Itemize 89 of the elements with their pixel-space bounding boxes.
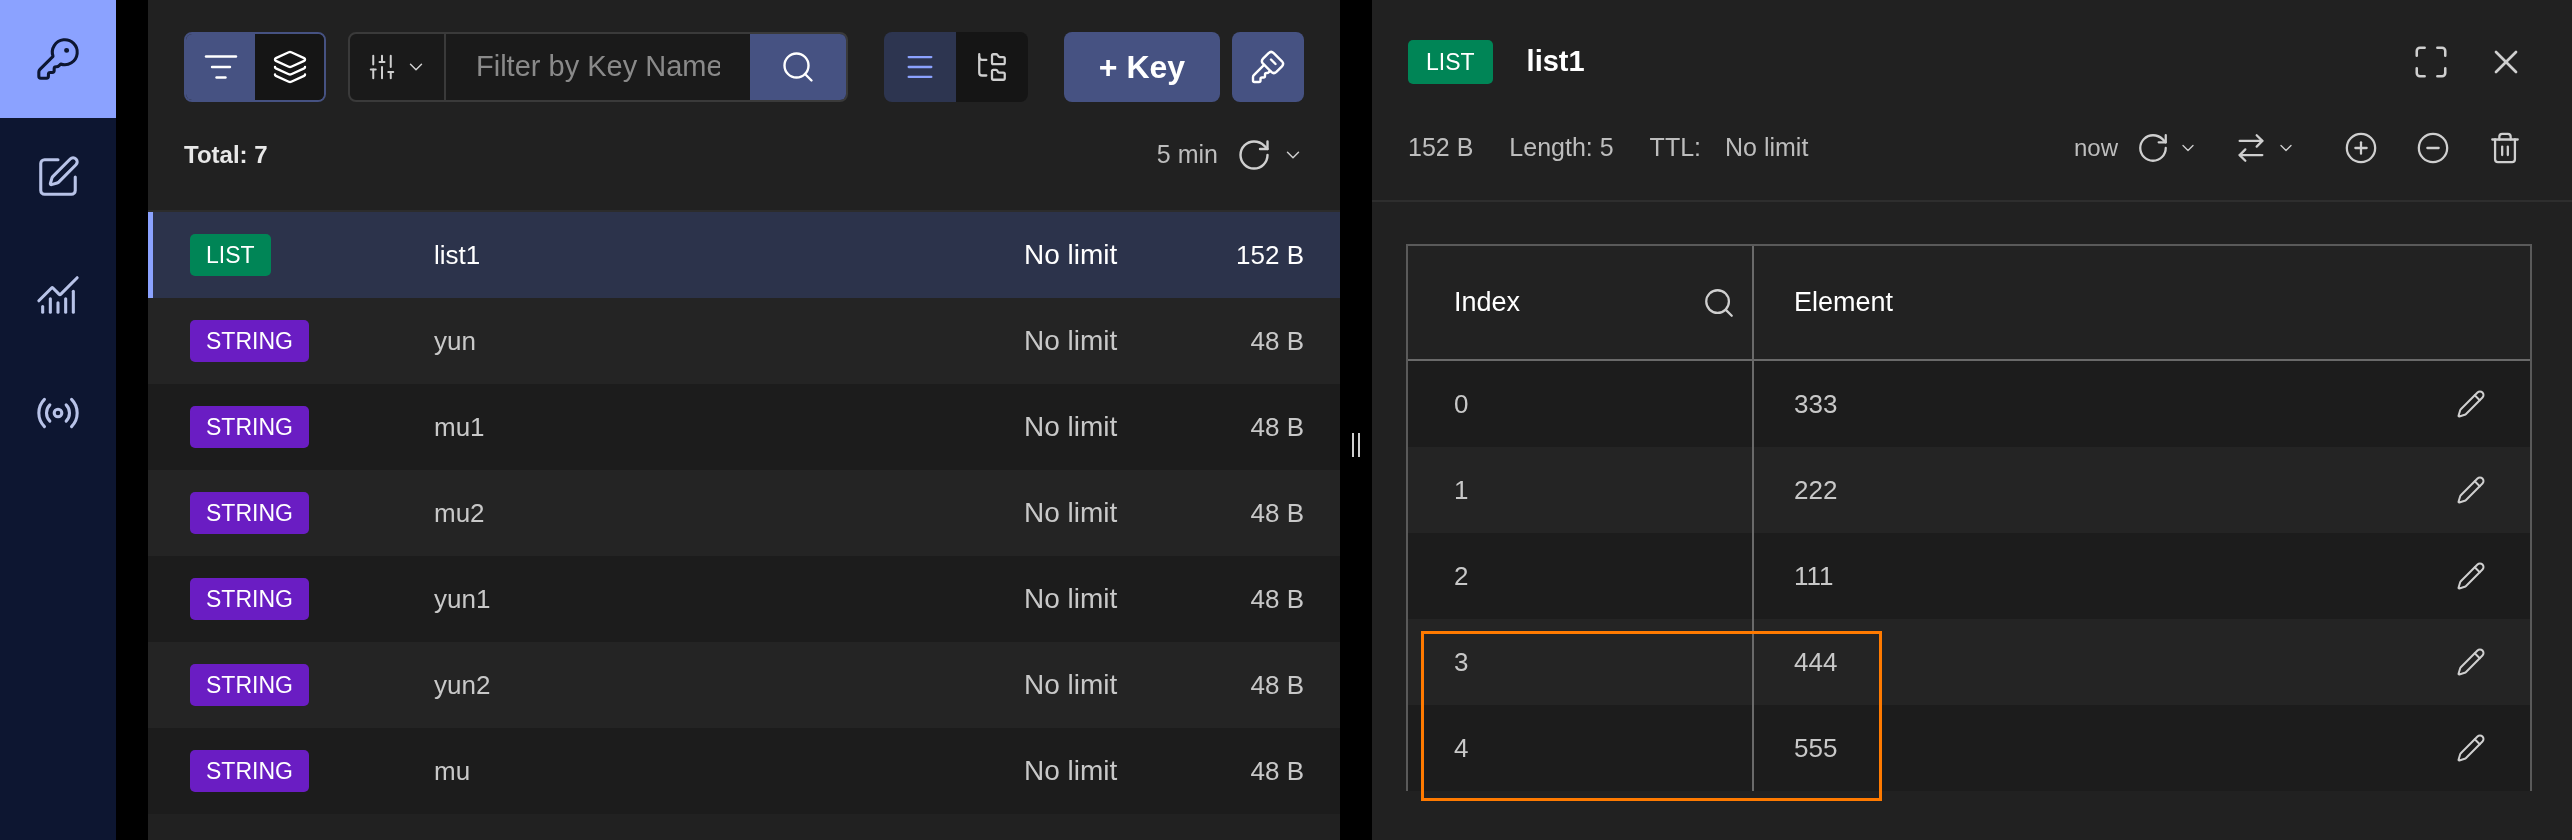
key-size: 48 B bbox=[1249, 754, 1304, 788]
edit-button[interactable] bbox=[2456, 561, 2486, 591]
element-cell-text: 222 bbox=[1794, 473, 1839, 507]
key-ttl: No limit bbox=[1024, 238, 1119, 272]
pencil-icon bbox=[2456, 389, 2486, 419]
remove-element-button[interactable] bbox=[2416, 131, 2450, 165]
key-name: list1 bbox=[434, 238, 482, 272]
list-view-button[interactable] bbox=[884, 32, 956, 102]
key-name: yun2 bbox=[434, 668, 492, 702]
element-cell-text: 333 bbox=[1794, 387, 1839, 421]
index-cell-text: 3 bbox=[1454, 645, 1469, 679]
key-row[interactable]: STRING mu No limit 48 B bbox=[148, 728, 1340, 814]
search-button[interactable] bbox=[750, 34, 846, 100]
element-cell-text: 555 bbox=[1794, 731, 1839, 765]
key-row[interactable]: STRING yun1 No limit 48 B bbox=[148, 556, 1340, 642]
key-size: 48 B bbox=[1249, 324, 1304, 358]
key-icon bbox=[35, 36, 81, 82]
key-type-badge: LIST bbox=[1408, 39, 1493, 85]
key-size: 152 B bbox=[1235, 238, 1304, 272]
key-size: 48 B bbox=[1249, 582, 1304, 616]
key-type-badge: STRING bbox=[190, 405, 309, 449]
fullscreen-icon bbox=[2412, 43, 2450, 81]
resize-handle-icon[interactable] bbox=[1351, 432, 1361, 458]
index-cell-text: 2 bbox=[1454, 559, 1469, 593]
pencil-icon bbox=[2456, 733, 2486, 763]
key-row[interactable]: STRING mu1 No limit 48 B bbox=[148, 384, 1340, 470]
search-icon bbox=[780, 49, 816, 85]
key-length: Length: 5 bbox=[1509, 132, 1614, 164]
key-size: 152 B bbox=[1408, 132, 1474, 164]
key-title: list1 bbox=[1526, 44, 1585, 80]
index-cell-text: 1 bbox=[1454, 473, 1469, 507]
add-key-button[interactable]: + Key bbox=[1064, 32, 1220, 102]
bulk-actions-button[interactable] bbox=[1232, 32, 1304, 102]
key-ttl: No limit bbox=[1024, 410, 1119, 444]
key-ttl: No limit bbox=[1024, 754, 1119, 788]
last-refresh-time: now bbox=[2073, 133, 2118, 163]
refresh-interval: 5 min bbox=[1156, 139, 1218, 171]
pencil-icon bbox=[2456, 561, 2486, 591]
total-count: Total: 7 bbox=[184, 140, 268, 170]
edit-button[interactable] bbox=[2456, 733, 2486, 763]
element-cell-text: 444 bbox=[1794, 645, 1839, 679]
tree-view-button[interactable] bbox=[956, 32, 1028, 102]
key-name: mu2 bbox=[434, 496, 486, 530]
index-cell-text: 0 bbox=[1454, 387, 1469, 421]
key-ttl: No limit bbox=[1024, 324, 1119, 358]
edit-button[interactable] bbox=[2456, 389, 2486, 419]
key-name: mu bbox=[434, 754, 472, 788]
refresh-button[interactable] bbox=[1236, 137, 1272, 173]
column-header: Index bbox=[1454, 286, 1521, 320]
trash-icon bbox=[2488, 131, 2522, 165]
key-ttl: No limit bbox=[1024, 668, 1119, 702]
edit-button[interactable] bbox=[2456, 647, 2486, 677]
ttl-label: TTL: bbox=[1649, 132, 1701, 164]
fullscreen-button[interactable] bbox=[2412, 43, 2450, 81]
keys-icon bbox=[1250, 49, 1286, 85]
stack-icon bbox=[271, 49, 308, 85]
pencil-icon bbox=[2456, 475, 2486, 505]
key-name: yun bbox=[434, 324, 477, 358]
sidebar-item[interactable] bbox=[0, 0, 116, 118]
edit-button[interactable] bbox=[2456, 475, 2486, 505]
key-name: yun1 bbox=[434, 582, 492, 616]
element-cell-text: 111 bbox=[1794, 559, 1835, 593]
ttl-value: No limit bbox=[1725, 132, 1809, 164]
filter-mode-button[interactable] bbox=[255, 34, 324, 100]
column-header: Element bbox=[1794, 286, 1894, 320]
key-row[interactable]: LIST list1 No limit 152 B bbox=[148, 212, 1340, 298]
key-size: 48 B bbox=[1249, 668, 1304, 702]
key-type-badge: STRING bbox=[190, 491, 309, 535]
key-name: mu1 bbox=[434, 410, 486, 444]
refresh-icon bbox=[2136, 131, 2170, 165]
plus-circle-icon bbox=[2344, 131, 2378, 165]
refresh-button[interactable] bbox=[2136, 131, 2170, 165]
delete-button[interactable] bbox=[2488, 131, 2522, 165]
key-type-badge: STRING bbox=[190, 319, 309, 363]
key-ttl: No limit bbox=[1024, 582, 1119, 616]
key-ttl: No limit bbox=[1024, 496, 1119, 530]
tree-icon bbox=[975, 50, 1009, 84]
refresh-icon bbox=[1236, 137, 1272, 173]
key-size: 48 B bbox=[1249, 410, 1304, 444]
sliders-icon bbox=[367, 52, 397, 82]
key-type-badge: LIST bbox=[190, 233, 271, 277]
key-type-badge: STRING bbox=[190, 663, 309, 707]
add-element-button[interactable] bbox=[2344, 131, 2378, 165]
index-cell-text: 4 bbox=[1454, 731, 1469, 765]
minus-circle-icon bbox=[2416, 131, 2450, 165]
pencil-icon bbox=[2456, 647, 2486, 677]
key-type-badge: STRING bbox=[190, 749, 309, 793]
key-type-badge: STRING bbox=[190, 577, 309, 621]
key-size: 48 B bbox=[1249, 496, 1304, 530]
